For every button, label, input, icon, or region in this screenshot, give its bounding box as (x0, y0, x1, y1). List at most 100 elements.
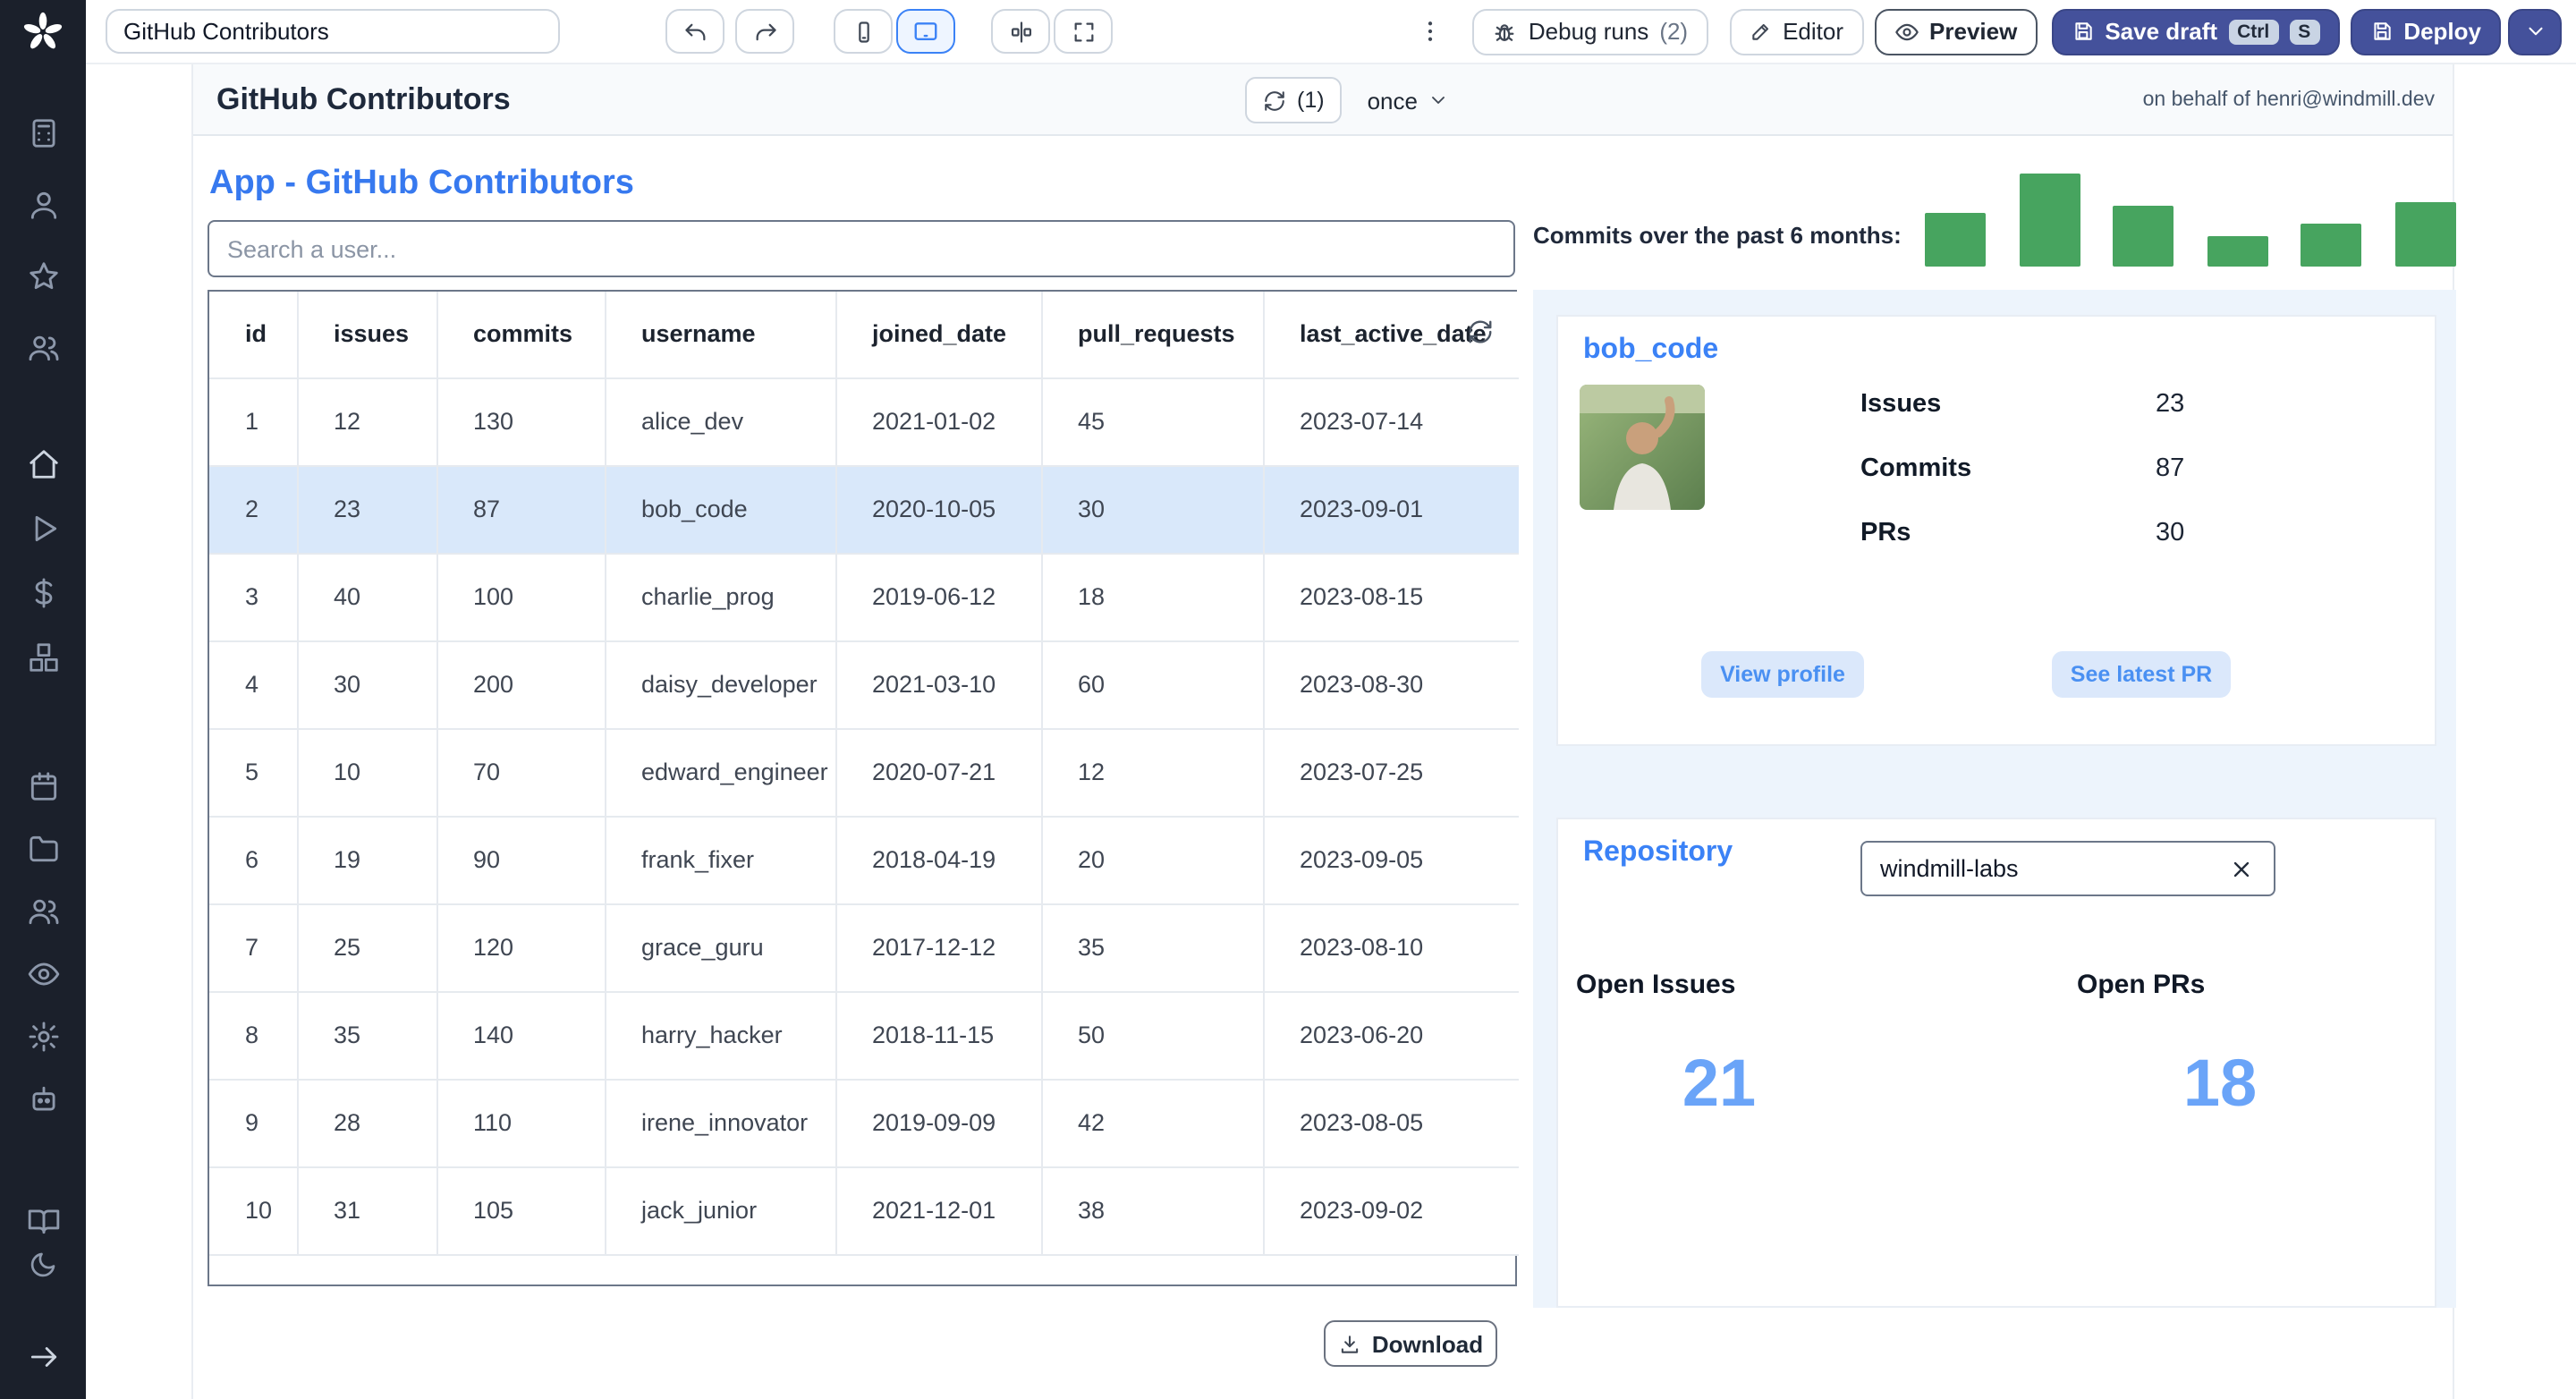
schedule-select[interactable]: once (1368, 87, 1450, 114)
table-cell[interactable]: grace_guru (605, 903, 836, 992)
table-cell[interactable]: 45 (1041, 377, 1264, 466)
table-cell[interactable]: 2020-07-21 (835, 728, 1042, 817)
table-cell[interactable]: 2018-04-19 (835, 816, 1042, 904)
table-row[interactable]: 5 10 70 edward_engineer 2020-07-21 12 2023-07-… (209, 728, 1519, 817)
table-cell[interactable]: 38 (1041, 1166, 1264, 1255)
sidebar-item-runs[interactable] (18, 510, 68, 546)
table-cell[interactable]: 18 (1041, 553, 1264, 641)
search-input[interactable] (208, 220, 1515, 277)
table-cell[interactable]: 25 (297, 903, 437, 992)
column-header[interactable]: commits (436, 292, 606, 378)
column-header[interactable]: joined_date (835, 292, 1042, 378)
preview-tab-button[interactable]: Preview (1874, 8, 2038, 55)
table-cell[interactable]: 19 (297, 816, 437, 904)
sidebar-item-user[interactable] (18, 186, 68, 222)
save-draft-button[interactable]: Save draft Ctrl S (2051, 8, 2340, 55)
table-cell[interactable]: 20 (1041, 816, 1264, 904)
table-cell[interactable]: 2023-09-01 (1263, 465, 1519, 554)
table-row[interactable]: 9 28 110 irene_innovator 2019-09-09 42 2023-08… (209, 1079, 1519, 1167)
table-cell[interactable]: 200 (436, 640, 606, 729)
sidebar-item-star[interactable] (18, 258, 68, 293)
table-cell[interactable]: 2023-08-30 (1263, 640, 1519, 729)
table-cell[interactable]: 12 (297, 377, 437, 466)
undo-button[interactable] (665, 9, 724, 54)
table-cell[interactable]: 30 (297, 640, 437, 729)
table-cell[interactable]: 2023-08-10 (1263, 903, 1519, 992)
desktop-view-button[interactable] (896, 9, 955, 54)
table-cell[interactable]: 2023-07-14 (1263, 377, 1519, 466)
clear-repository-button[interactable] (2220, 848, 2263, 891)
column-header[interactable]: id (209, 292, 298, 378)
table-row[interactable]: 8 35 140 harry_hacker 2018-11-15 50 2023-06-20 (209, 991, 1519, 1080)
table-cell[interactable]: alice_dev (605, 377, 836, 466)
table-cell[interactable]: 2017-12-12 (835, 903, 1042, 992)
table-cell[interactable]: 2023-09-02 (1263, 1166, 1519, 1255)
see-latest-pr-button[interactable]: See latest PR (2052, 651, 2231, 698)
table-cell[interactable]: 9 (209, 1079, 298, 1167)
app-name-input[interactable] (106, 9, 560, 54)
table-cell[interactable]: edward_engineer (605, 728, 836, 817)
table-row[interactable]: 3 40 100 charlie_prog 2019-06-12 18 2023-08-15 (209, 553, 1519, 641)
table-cell[interactable]: 90 (436, 816, 606, 904)
sidebar-item-audit[interactable] (18, 955, 68, 991)
table-cell[interactable]: 23 (297, 465, 437, 554)
sidebar-item-docs[interactable] (18, 1202, 68, 1238)
table-cell[interactable]: 1 (209, 377, 298, 466)
sidebar-item-resources[interactable] (18, 639, 68, 674)
table-cell[interactable]: 2020-10-05 (835, 465, 1042, 554)
table-cell[interactable]: 50 (1041, 991, 1264, 1080)
table-cell[interactable]: charlie_prog (605, 553, 836, 641)
table-cell[interactable]: 10 (297, 728, 437, 817)
table-cell[interactable]: frank_fixer (605, 816, 836, 904)
windmill-logo[interactable] (18, 12, 68, 50)
deploy-options-button[interactable] (2508, 8, 2562, 55)
table-cell[interactable]: 2021-01-02 (835, 377, 1042, 466)
table-cell[interactable]: 140 (436, 991, 606, 1080)
table-cell[interactable]: 12 (1041, 728, 1264, 817)
sidebar-item-schedules[interactable] (18, 767, 68, 803)
table-cell[interactable]: 28 (297, 1079, 437, 1167)
sidebar-item-calculator[interactable] (18, 114, 68, 150)
table-cell[interactable]: 2021-12-01 (835, 1166, 1042, 1255)
table-cell[interactable]: 2 (209, 465, 298, 554)
table-cell[interactable]: harry_hacker (605, 991, 836, 1080)
table-cell[interactable]: 100 (436, 553, 606, 641)
sidebar-item-variables[interactable] (18, 574, 68, 610)
table-row[interactable]: 7 25 120 grace_guru 2017-12-12 35 2023-08-10 (209, 903, 1519, 992)
debug-runs-button[interactable]: Debug runs (2) (1472, 8, 1708, 55)
sidebar-item-workers[interactable] (18, 1081, 68, 1116)
table-cell[interactable]: 60 (1041, 640, 1264, 729)
table-cell[interactable]: 10 (209, 1166, 298, 1255)
sidebar-item-users[interactable] (18, 329, 68, 365)
more-options-button[interactable] (1412, 8, 1448, 55)
table-cell[interactable]: daisy_developer (605, 640, 836, 729)
table-cell[interactable]: 2021-03-10 (835, 640, 1042, 729)
table-cell[interactable]: 2023-08-15 (1263, 553, 1519, 641)
table-cell[interactable]: 35 (1041, 903, 1264, 992)
table-cell[interactable]: bob_code (605, 465, 836, 554)
table-row[interactable]: 4 30 200 daisy_developer 2021-03-10 60 2023-08… (209, 640, 1519, 729)
table-row[interactable]: 1 12 130 alice_dev 2021-01-02 45 2023-07-14 (209, 377, 1519, 466)
sidebar-item-groups[interactable] (18, 893, 68, 928)
refresh-app-button[interactable]: (1) (1245, 77, 1343, 123)
table-cell[interactable]: 130 (436, 377, 606, 466)
table-cell[interactable]: 4 (209, 640, 298, 729)
column-header[interactable]: username (605, 292, 836, 378)
table-cell[interactable]: 2023-07-25 (1263, 728, 1519, 817)
redo-button[interactable] (735, 9, 794, 54)
column-header[interactable]: issues (297, 292, 437, 378)
table-cell[interactable]: 30 (1041, 465, 1264, 554)
table-cell[interactable]: 70 (436, 728, 606, 817)
align-center-button[interactable] (991, 9, 1050, 54)
maximize-button[interactable] (1054, 9, 1113, 54)
table-cell[interactable]: 110 (436, 1079, 606, 1167)
table-cell[interactable]: 35 (297, 991, 437, 1080)
view-profile-button[interactable]: View profile (1701, 651, 1864, 698)
table-cell[interactable]: 42 (1041, 1079, 1264, 1167)
sidebar-item-settings[interactable] (18, 1018, 68, 1054)
table-cell[interactable]: 120 (436, 903, 606, 992)
sidebar-item-theme[interactable] (18, 1247, 68, 1283)
table-cell[interactable]: 2023-08-05 (1263, 1079, 1519, 1167)
table-cell[interactable]: 7 (209, 903, 298, 992)
repository-input[interactable] (1860, 841, 2275, 896)
